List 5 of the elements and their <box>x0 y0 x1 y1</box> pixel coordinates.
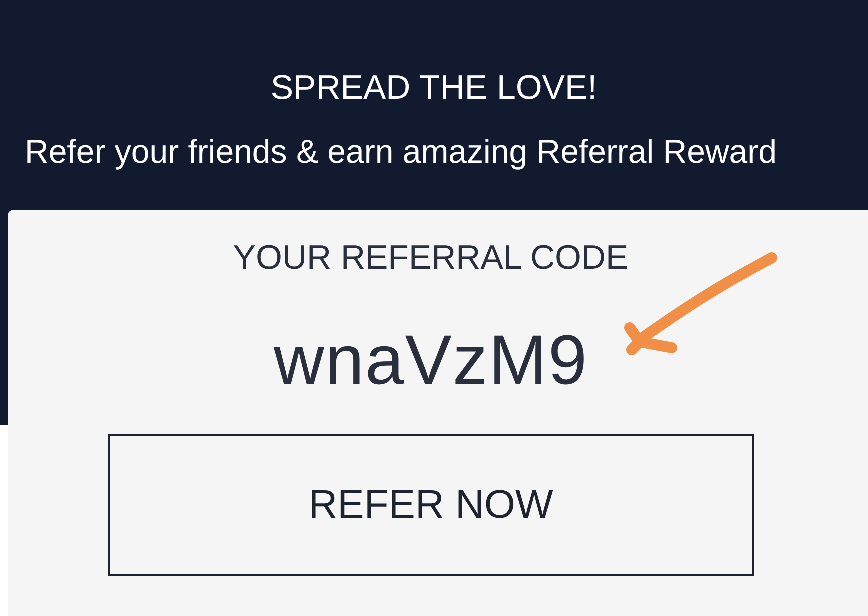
page-subtitle: Refer your friends & earn amazing Referral Reward <box>25 132 777 172</box>
page-title: SPREAD THE LOVE! <box>270 68 598 108</box>
referral-code: wnaVzM9 <box>274 320 588 400</box>
refer-now-button[interactable]: REFER NOW <box>108 434 754 576</box>
code-label: YOUR REFERRAL CODE <box>233 238 629 278</box>
